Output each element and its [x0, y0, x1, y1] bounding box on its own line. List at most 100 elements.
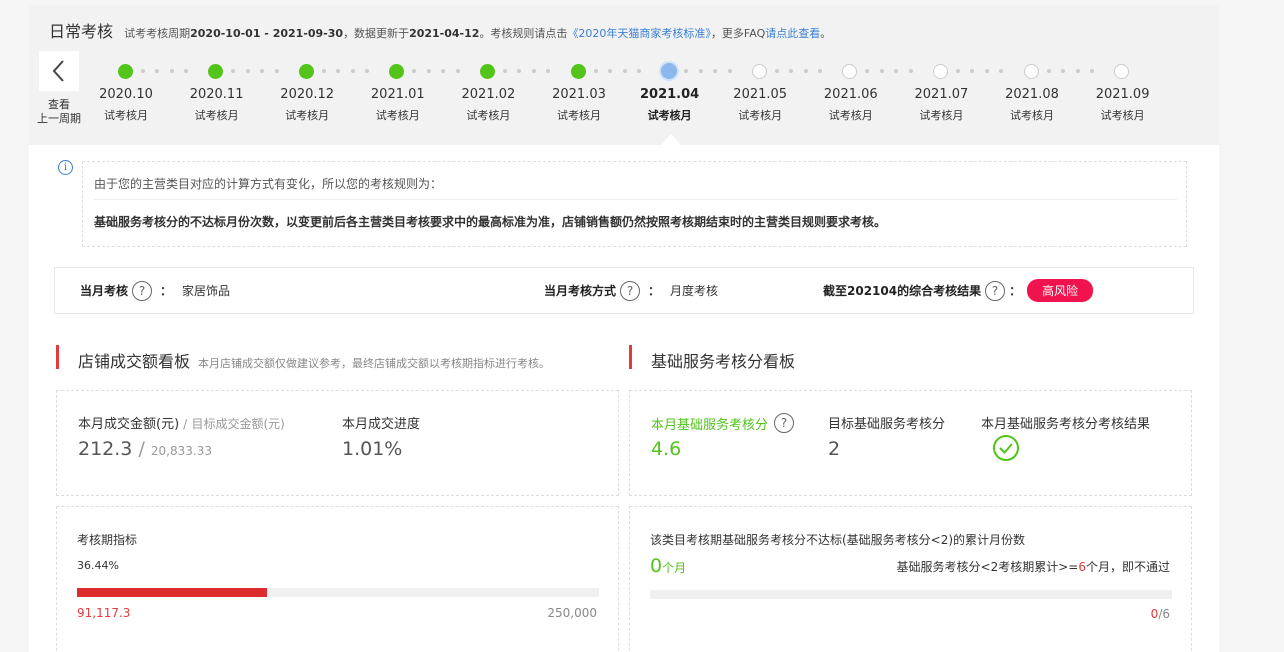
timeline-connector-dot	[608, 69, 612, 73]
timeline-dot-2021.01[interactable]	[389, 63, 405, 79]
timeline-month-label[interactable]: 2021.09	[1083, 87, 1163, 102]
period-target-value: 250,000	[547, 606, 597, 620]
timeline-month-label[interactable]: 2021.03	[539, 87, 619, 102]
timeline-connector-dot	[169, 69, 174, 73]
timeline-month-label[interactable]: 2021.01	[358, 87, 438, 102]
timeline-connector-dot	[231, 69, 236, 73]
service-result-label: 本月基础服务考核分考核结果	[981, 417, 1151, 432]
section-accent-bar	[629, 345, 632, 369]
timeline-connector-dot	[336, 69, 341, 73]
timeline-month-type: 试考核月	[647, 109, 692, 122]
timeline-dot-2021.03[interactable]	[570, 63, 586, 79]
sales-board-title: 店铺成交额看板 本月店铺成交额仅做建议参考，最终店铺成交额以考核期指标进行考核。	[56, 345, 551, 372]
timeline-month-label[interactable]: 2021.07	[901, 87, 981, 102]
timeline-month-label[interactable]: 2021.08	[992, 87, 1072, 102]
help-icon[interactable]: ?	[132, 280, 153, 301]
notice-line-2: 基础服务考核分的不达标月份次数，以变更前后各主营类目考核要求中的最高标准为准，店…	[94, 215, 887, 229]
period-progress-fill	[77, 588, 268, 597]
service-target-value: 2	[828, 438, 841, 460]
timeline-month-type: 试考核月	[466, 109, 511, 122]
timeline-connector-dot	[412, 69, 417, 73]
timeline-month-type: 试考核月	[828, 109, 873, 122]
timeline-connector-dot	[531, 69, 536, 73]
fail-progress-bar	[650, 590, 1172, 599]
timeline-connector-dot	[865, 69, 870, 73]
timeline-connector-dot	[637, 69, 641, 73]
timeline-month-label[interactable]: 2021.04	[630, 87, 710, 102]
period-percent: 36.44%	[77, 559, 119, 572]
service-target-label: 目标基础服务考核分	[828, 417, 946, 432]
timeline-dot-2021.05[interactable]	[751, 63, 767, 79]
timeline-month-label[interactable]: 2020.11	[177, 87, 257, 102]
timeline-connector-dot	[546, 69, 551, 73]
timeline-dot-2021.07[interactable]	[932, 63, 948, 79]
timeline-connector-dot	[321, 69, 326, 73]
amount-value: 212.3 / 20,833.33	[78, 438, 212, 460]
timeline-connector-dot	[593, 69, 598, 73]
timeline-month-type: 试考核月	[919, 109, 964, 122]
sales-board-subtitle: 本月店铺成交额仅做建议参考，最终店铺成交额以考核期指标进行考核。	[198, 357, 551, 370]
timeline-dot-2021.02[interactable]	[479, 63, 495, 79]
timeline-dot-2020.10[interactable]	[117, 63, 133, 79]
period-progress-bar	[77, 588, 599, 597]
help-icon[interactable]: ?	[985, 280, 1006, 301]
service-period-card: 该类目考核期基础服务考核分不达标(基础服务考核分<2)的累计月份数 0个月 基础…	[629, 506, 1192, 652]
timeline-connector-dot	[155, 69, 159, 73]
timeline-connector-dot	[274, 69, 279, 73]
timeline-month-label[interactable]: 2020.12	[267, 87, 347, 102]
timeline-connector-dot	[713, 69, 718, 73]
risk-badge: 高风险	[1027, 279, 1094, 302]
check-circle-icon	[993, 435, 1019, 461]
current-month-pointer	[661, 134, 681, 145]
sales-period-card: 考核期指标 36.44% 91,117.3 250,000	[56, 506, 619, 652]
timeline-month-type: 试考核月	[194, 109, 239, 122]
timeline-connector-dot	[999, 69, 1004, 73]
month-timeline: 2020.10 试考核月 2020.11 试考核月 2020.12 试考核月 2021.01…	[0, 0, 1284, 140]
timeline-connector-dot	[245, 69, 250, 73]
timeline-month-label[interactable]: 2021.05	[720, 87, 800, 102]
service-board-title: 基础服务考核分看板	[629, 345, 795, 372]
info-icon: i	[58, 160, 73, 175]
timeline-month-type: 试考核月	[104, 109, 148, 122]
timeline-connector-dot	[184, 69, 188, 73]
timeline-connector-dot	[260, 69, 265, 73]
timeline-connector-dot	[774, 69, 779, 73]
sales-monthly-card: 本月成交金额(元) / 目标成交金额(元) 212.3 / 20,833.33 …	[56, 390, 619, 496]
timeline-connector-dot	[1061, 69, 1065, 73]
timeline-dot-2021.08[interactable]	[1023, 63, 1039, 79]
assessment-method: 当月考核方式 ? ： 月度考核	[544, 268, 718, 313]
current-month-assessment: 当月考核 ? ： 家居饰品	[80, 268, 230, 313]
timeline-connector-dot	[1075, 69, 1080, 73]
timeline-connector-dot	[894, 69, 899, 73]
timeline-connector-dot	[1090, 69, 1094, 73]
timeline-dot-2021.04[interactable]	[660, 63, 677, 79]
timeline-connector-dot	[879, 69, 884, 73]
timeline-month-label[interactable]: 2021.02	[448, 87, 528, 102]
timeline-dot-2021.09[interactable]	[1114, 63, 1130, 79]
fail-progress-value: 0/6	[1150, 607, 1170, 621]
month-category: 家居饰品	[182, 284, 231, 298]
timeline-connector-dot	[365, 69, 370, 73]
timeline-month-type: 试考核月	[738, 109, 783, 122]
service-monthly-card: 本月基础服务考核分 ? 4.6 目标基础服务考核分 2 本月基础服务考核分考核结…	[629, 390, 1192, 496]
timeline-month-type: 试考核月	[1010, 109, 1054, 122]
service-score-label: 本月基础服务考核分 ?	[651, 413, 798, 433]
timeline-dot-2021.06[interactable]	[842, 63, 858, 79]
timeline-connector-dot	[684, 69, 689, 73]
timeline-connector-dot	[908, 69, 913, 73]
timeline-connector-dot	[502, 69, 507, 73]
timeline-connector-dot	[426, 69, 431, 73]
timeline-connector-dot	[803, 69, 808, 73]
progress-label: 本月成交进度	[342, 417, 421, 432]
timeline-dot-2020.12[interactable]	[298, 63, 314, 79]
timeline-connector-dot	[350, 69, 355, 73]
help-icon[interactable]: ?	[774, 413, 795, 433]
timeline-month-label[interactable]: 2020.10	[86, 87, 166, 102]
timeline-connector-dot	[455, 69, 460, 73]
timeline-dot-2020.11[interactable]	[208, 63, 224, 79]
period-label: 考核期指标	[77, 533, 138, 547]
help-icon[interactable]: ?	[620, 280, 641, 301]
timeline-connector-dot	[441, 69, 446, 73]
fail-months-title: 该类目考核期基础服务考核分不达标(基础服务考核分<2)的累计月份数	[650, 533, 1026, 547]
timeline-month-label[interactable]: 2021.06	[811, 87, 891, 102]
